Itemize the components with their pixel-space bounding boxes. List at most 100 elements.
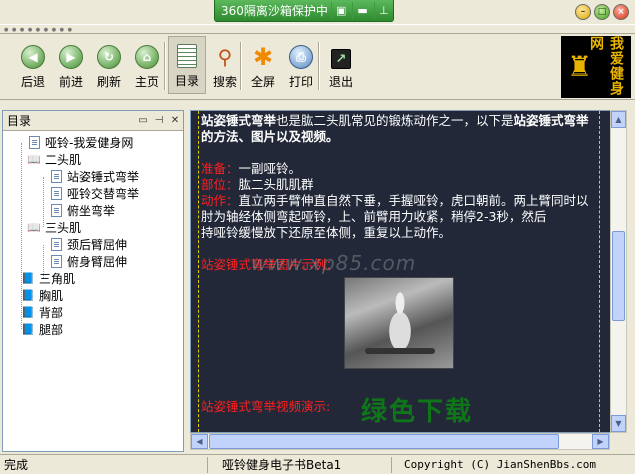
folder-icon[interactable]: ▬ xyxy=(352,1,371,20)
tree-item-label: 胸肌 xyxy=(39,289,64,303)
scroll-up-arrow-icon[interactable]: ▲ xyxy=(611,111,626,128)
tree-item-label: 俯坐弯举 xyxy=(67,204,116,218)
back-arrow-icon: ◀ xyxy=(21,45,45,69)
fullscreen-button[interactable]: ✱ 全屏 xyxy=(244,36,282,94)
search-button[interactable]: ⚲ 搜索 xyxy=(206,36,244,94)
print-label: 打印 xyxy=(288,75,313,89)
tree-item[interactable]: 哑铃交替弯举 xyxy=(3,185,183,202)
tree-item[interactable]: 📘 三角肌 xyxy=(3,270,183,287)
view-button-group: ✱ 全屏 ⎙ 打印 xyxy=(244,36,320,94)
article-intro: 站姿锤式弯举也是肱二头肌常见的锻炼动作之一，以下是站姿锤式弯举的方法、图片以及视… xyxy=(201,113,597,145)
title-bar: 360隔离沙箱保护中... ▣ ▬ ⊥ – □ × xyxy=(0,0,635,24)
panel-close-icon[interactable]: ✕ xyxy=(167,115,183,126)
site-logo: ♜ 我爱健身网 xyxy=(561,36,631,98)
closed-book-icon: 📘 xyxy=(21,323,35,336)
sandbox-window-icon[interactable]: ▣ xyxy=(331,1,350,20)
home-icon: ⌂ xyxy=(135,45,159,69)
page-icon xyxy=(49,204,63,218)
refresh-label: 刷新 xyxy=(96,75,121,89)
grip-dots: ● ● ● ● ● ● ● ● ● xyxy=(4,27,73,33)
tree-item-label: 哑铃交替弯举 xyxy=(67,187,140,201)
panel-pin-icon[interactable]: ⊣ xyxy=(151,115,167,126)
tree-item[interactable]: 📘 背部 xyxy=(3,304,183,321)
tree-item-label: 三角肌 xyxy=(39,272,76,286)
prep-line: 准备：一副哑铃。 xyxy=(201,161,597,177)
page-icon xyxy=(49,170,63,184)
content-border-left xyxy=(198,111,199,432)
watermark-logo: 绿色下载 xyxy=(361,397,474,427)
status-book-title: 哑铃健身电子书Beta1 xyxy=(208,456,392,473)
close-button[interactable]: × xyxy=(613,4,629,20)
tree-item-label: 三头肌 xyxy=(45,221,82,235)
sandbox-banner[interactable]: 360隔离沙箱保护中... ▣ ▬ ⊥ xyxy=(214,0,394,22)
panel-float-icon[interactable]: ▭ xyxy=(135,115,151,126)
print-icon: ⎙ xyxy=(289,45,313,69)
tree-item-label: 二头肌 xyxy=(45,153,82,167)
back-label: 后退 xyxy=(20,75,45,89)
exercise-photo xyxy=(344,277,454,369)
tree-item[interactable]: 哑铃-我爱健身网 xyxy=(3,134,183,151)
tree-item-label: 腿部 xyxy=(39,323,64,337)
tree-item[interactable]: 📘 胸肌 xyxy=(3,287,183,304)
status-bar: 完成 哑铃健身电子书Beta1 Copyright (C) JianShenBb… xyxy=(0,454,635,474)
content-border-right xyxy=(599,111,600,432)
page-icon xyxy=(27,136,41,150)
toolbar-separator xyxy=(240,42,242,90)
open-book-icon: 📖 xyxy=(27,221,41,234)
tree-item[interactable]: 📖 二头肌 xyxy=(3,151,183,168)
forward-button[interactable]: ▶ 前进 xyxy=(52,36,90,94)
print-button[interactable]: ⎙ 打印 xyxy=(282,36,320,94)
part-line: 部位：肱二头肌肌群 xyxy=(201,177,597,193)
refresh-icon: ↻ xyxy=(97,45,121,69)
prep-label: 准备： xyxy=(201,161,239,176)
scroll-corner xyxy=(610,433,627,450)
toc-label: 目录 xyxy=(174,74,199,88)
bodybuilder-silhouette-icon: ♜ xyxy=(567,50,593,83)
watermark-url: www.xp85.com xyxy=(251,251,417,275)
search-icon: ⚲ xyxy=(217,45,233,69)
minimize-button[interactable]: – xyxy=(575,4,591,20)
toolbar-separator xyxy=(318,42,320,90)
forward-arrow-icon: ▶ xyxy=(59,45,83,69)
horizontal-scrollbar[interactable]: ◀ ▶ xyxy=(190,433,610,450)
pin-icon[interactable]: ⊥ xyxy=(373,1,393,20)
tree-item[interactable]: 站姿锤式弯举 xyxy=(3,168,183,185)
forward-label: 前进 xyxy=(58,75,83,89)
scroll-left-arrow-icon[interactable]: ◀ xyxy=(191,434,208,449)
refresh-button[interactable]: ↻ 刷新 xyxy=(90,36,128,94)
action-label: 动作： xyxy=(201,193,239,208)
closed-book-icon: 📘 xyxy=(21,289,35,302)
action-line: 动作：直立两手臂伸直自然下垂，手握哑铃，虎口朝前。两上臂同时以肘为轴经体侧弯起哑… xyxy=(201,193,597,225)
prep-text: 一副哑铃。 xyxy=(238,161,302,176)
exit-label: 退出 xyxy=(328,75,353,89)
home-label: 主页 xyxy=(134,75,159,89)
search-label: 搜索 xyxy=(212,75,237,89)
part-text: 肱二头肌肌群 xyxy=(238,177,314,192)
exit-icon: ↗ xyxy=(331,49,351,69)
toc-button[interactable]: 目录 xyxy=(168,36,206,94)
intro-text: 也是肱二头肌常见的锻炼动作之一，以下是 xyxy=(276,113,514,128)
page-icon xyxy=(49,187,63,201)
menu-grip-bar: ● ● ● ● ● ● ● ● ● xyxy=(0,24,635,34)
tree-item[interactable]: 俯坐弯举 xyxy=(3,202,183,219)
content-view[interactable]: 站姿锤式弯举也是肱二头肌常见的锻炼动作之一，以下是站姿锤式弯举的方法、图片以及视… xyxy=(190,110,626,433)
status-text: 完成 xyxy=(0,456,208,473)
tree-item[interactable]: 📘 腿部 xyxy=(3,321,183,338)
back-button[interactable]: ◀ 后退 xyxy=(14,36,52,94)
fullscreen-star-icon: ✱ xyxy=(252,43,274,71)
maximize-button[interactable]: □ xyxy=(594,4,610,20)
tree-item[interactable]: 颈后臂屈伸 xyxy=(3,236,183,253)
vertical-scroll-thumb[interactable] xyxy=(612,231,625,321)
tree-item-label: 站姿锤式弯举 xyxy=(67,170,140,184)
nav-button-group: ◀ 后退 ▶ 前进 ↻ 刷新 ⌂ 主页 xyxy=(14,36,166,94)
exit-button[interactable]: ↗ 退出 xyxy=(322,36,360,94)
status-copyright: Copyright (C) JianShenBbs.com xyxy=(404,458,597,471)
horizontal-scroll-thumb[interactable] xyxy=(209,434,559,449)
tree-item[interactable]: 📖 三头肌 xyxy=(3,219,183,236)
vertical-scrollbar[interactable]: ▲ ▼ xyxy=(610,110,627,433)
exit-button-group: ↗ 退出 xyxy=(322,36,360,94)
home-button[interactable]: ⌂ 主页 xyxy=(128,36,166,94)
tree-item[interactable]: 俯身臂屈伸 xyxy=(3,253,183,270)
scroll-down-arrow-icon[interactable]: ▼ xyxy=(611,415,626,432)
scroll-right-arrow-icon[interactable]: ▶ xyxy=(592,434,609,449)
